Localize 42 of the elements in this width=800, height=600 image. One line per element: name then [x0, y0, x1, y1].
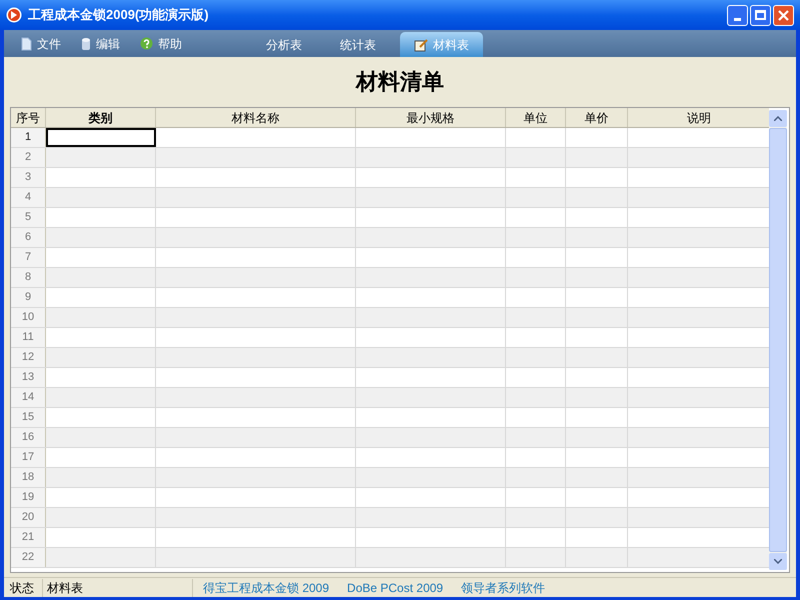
- row-number: 13: [11, 368, 46, 387]
- help-icon: [140, 37, 153, 50]
- row-number: 17: [11, 448, 46, 467]
- column-header[interactable]: 单位: [506, 108, 566, 127]
- column-header[interactable]: 材料名称: [156, 108, 356, 127]
- active-cell[interactable]: [46, 128, 156, 147]
- status-value: 材料表: [42, 578, 192, 596]
- column-header[interactable]: 类别: [46, 108, 156, 127]
- scroll-up-icon[interactable]: [774, 116, 782, 121]
- row-number: 9: [11, 288, 46, 307]
- status-text: 得宝工程成本金锁 2009: [203, 580, 330, 596]
- column-header[interactable]: 最小规格: [356, 108, 506, 127]
- minimize-button[interactable]: [727, 4, 748, 26]
- scrollbar[interactable]: [769, 110, 787, 570]
- clipboard-icon: [414, 38, 428, 52]
- tab[interactable]: 统计表: [326, 32, 390, 57]
- row-number: 1: [11, 128, 46, 147]
- column-header[interactable]: 序号: [11, 108, 46, 127]
- column-header[interactable]: 单价: [566, 108, 628, 127]
- close-button[interactable]: [773, 4, 794, 26]
- maximize-button[interactable]: [750, 4, 771, 26]
- status-text: 领导者系列软件: [461, 580, 546, 596]
- row-number: 5: [11, 208, 46, 227]
- tab[interactable]: 分析表: [252, 32, 316, 57]
- row-number: 19: [11, 488, 46, 507]
- app-logo-icon: [6, 7, 22, 23]
- sheet-heading: 材料清单: [354, 68, 445, 96]
- row-number: 7: [11, 248, 46, 267]
- row-number: 21: [11, 528, 46, 547]
- row-number: 3: [11, 168, 46, 187]
- document-icon: [20, 36, 32, 50]
- menu-item[interactable]: 编辑: [81, 34, 120, 52]
- status-text: DoBe PCost 2009: [347, 580, 444, 596]
- close-icon: [778, 10, 789, 20]
- row-number: 11: [11, 328, 46, 347]
- status-label: 状态: [9, 580, 35, 596]
- cylinder-icon: [81, 36, 91, 50]
- menu-item[interactable]: 帮助: [140, 34, 182, 52]
- window-title: 工程成本金锁2009(功能演示版): [28, 6, 209, 24]
- menu-item[interactable]: 文件: [20, 34, 61, 52]
- scroll-down-icon[interactable]: [774, 559, 782, 564]
- row-number: 15: [11, 408, 46, 427]
